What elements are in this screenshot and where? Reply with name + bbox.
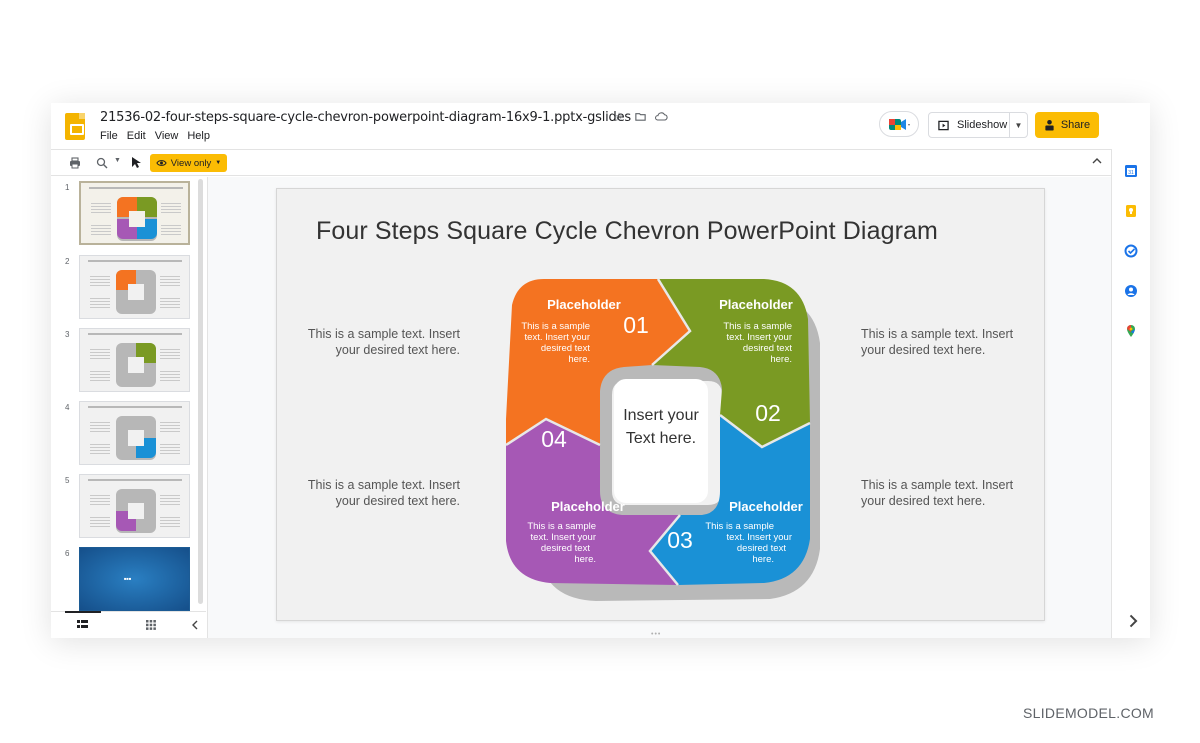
center-text-line1: Insert your xyxy=(623,407,699,424)
step-03-line: desired text xyxy=(737,543,786,554)
slide-title: Four Steps Square Cycle Chevron PowerPoi… xyxy=(316,217,938,245)
slide-number: 3 xyxy=(65,330,70,339)
step-03-line: This is a sample xyxy=(705,521,774,532)
watermark-text: SLIDEMODEL.COM xyxy=(1023,705,1154,721)
zoom-dropdown-icon[interactable]: ▼ xyxy=(114,157,121,164)
step-01-line: This is a sample xyxy=(521,321,590,332)
step-02-title: Placeholder xyxy=(719,297,793,312)
slide-thumbnail-2[interactable] xyxy=(79,255,190,319)
zoom-icon[interactable] xyxy=(96,157,108,169)
center-text-line2: Text here. xyxy=(626,430,696,447)
menu-file[interactable]: File xyxy=(100,130,118,142)
calendar-icon[interactable]: 31 xyxy=(1124,164,1138,178)
slideshow-button[interactable]: Slideshow ▼ xyxy=(928,112,1028,138)
meet-button[interactable] xyxy=(879,111,919,137)
sample-text-left-bottom: This is a sample text. Insert your desir… xyxy=(307,478,460,508)
slide-number: 6 xyxy=(65,549,70,558)
select-cursor-icon[interactable] xyxy=(131,156,141,169)
collapse-filmstrip-icon[interactable] xyxy=(191,620,198,630)
maps-icon[interactable] xyxy=(1124,324,1138,338)
slide-filmstrip: 1 2 3 4 5 6 ■■■ xyxy=(51,177,206,611)
slide: Four Steps Square Cycle Chevron PowerPoi… xyxy=(276,188,1045,621)
menu-view[interactable]: View xyxy=(155,130,179,142)
step-02-line: This is a sample xyxy=(723,321,792,332)
step-01-line: here. xyxy=(568,354,590,365)
menu-edit[interactable]: Edit xyxy=(127,130,146,142)
lock-person-icon xyxy=(1045,119,1054,131)
star-icon[interactable]: ☆ xyxy=(612,110,626,124)
filmstrip-view-icon[interactable] xyxy=(77,620,88,629)
step-03-line: text. Insert your xyxy=(727,532,792,543)
eye-icon xyxy=(156,160,167,166)
step-02-line: desired text xyxy=(743,343,792,354)
step-02-line: here. xyxy=(770,354,792,365)
sample-text-right-top: This is a sample text. Insert your desir… xyxy=(861,327,1014,357)
tasks-icon[interactable] xyxy=(1124,244,1138,258)
slides-logo-icon[interactable] xyxy=(65,113,85,140)
svg-text:31: 31 xyxy=(1128,170,1134,176)
slides-app-window: 21536-02-four-steps-square-cycle-chevron… xyxy=(51,103,1150,638)
menu-help[interactable]: Help xyxy=(187,130,210,142)
side-panel: 31 xyxy=(1111,149,1150,638)
slide-thumbnail-3[interactable] xyxy=(79,328,190,392)
sample-text-right-bottom: This is a sample text. Insert your desir… xyxy=(861,478,1014,508)
slide-number: 5 xyxy=(65,476,70,485)
view-only-dropdown-icon: ▼ xyxy=(215,160,222,166)
slide-canvas: Four Steps Square Cycle Chevron PowerPoi… xyxy=(207,177,1111,638)
slide-thumbnail-5[interactable] xyxy=(79,474,190,538)
slide-thumbnail-1[interactable] xyxy=(79,181,190,245)
step-03-number: 03 xyxy=(667,527,693,553)
slideshow-dropdown-icon[interactable]: ▼ xyxy=(1009,113,1027,137)
filmstrip-view-switcher xyxy=(51,611,206,638)
slide-thumbnail-4[interactable] xyxy=(79,401,190,465)
step-03-line: here. xyxy=(752,554,774,565)
toolbar: ▼ View only ▼ xyxy=(51,149,1111,176)
step-04-number: 04 xyxy=(541,426,567,452)
slide-number: 1 xyxy=(65,183,70,192)
step-04-line: here. xyxy=(574,554,596,565)
present-icon xyxy=(938,120,949,130)
share-label: Share xyxy=(1060,119,1091,131)
step-02-line: text. Insert your xyxy=(727,332,792,343)
view-only-label: View only xyxy=(170,157,212,169)
print-icon[interactable] xyxy=(69,157,81,169)
sample-text-left-top: This is a sample text. Insert your desir… xyxy=(307,327,460,357)
speaker-notes-drag-handle[interactable]: ••• xyxy=(651,631,661,638)
filmstrip-scrollbar[interactable] xyxy=(198,179,203,604)
view-only-button[interactable]: View only ▼ xyxy=(150,154,227,172)
step-01-line: text. Insert your xyxy=(525,332,590,343)
step-01-line: desired text xyxy=(541,343,590,354)
share-button[interactable]: Share xyxy=(1035,112,1099,138)
grid-view-icon[interactable] xyxy=(146,620,156,630)
step-04-title: Placeholder xyxy=(551,499,625,514)
menu-bar: File Edit View Help xyxy=(100,130,210,142)
collapse-toolbar-icon[interactable] xyxy=(1092,156,1102,167)
cloud-status-icon[interactable] xyxy=(654,110,668,124)
cycle-diagram: Placeholder This is a sample text. Inser… xyxy=(505,278,820,601)
contacts-icon[interactable] xyxy=(1124,284,1138,298)
brand-logo-mark: ■■■ xyxy=(124,576,132,581)
slideshow-label: Slideshow xyxy=(957,119,1008,131)
step-04-line: text. Insert your xyxy=(531,532,596,543)
step-01-number: 01 xyxy=(623,312,649,338)
step-03-title: Placeholder xyxy=(729,499,803,514)
meet-icon xyxy=(889,119,910,130)
step-04-line: desired text xyxy=(541,543,590,554)
expand-side-panel-icon[interactable] xyxy=(1127,614,1141,628)
slide-number: 4 xyxy=(65,403,70,412)
step-02-number: 02 xyxy=(755,400,781,426)
slide-thumbnail-6[interactable]: ■■■ xyxy=(79,547,190,611)
move-to-folder-icon[interactable] xyxy=(633,110,647,124)
slide-number: 2 xyxy=(65,257,70,266)
step-04-line: This is a sample xyxy=(527,521,596,532)
keep-icon[interactable] xyxy=(1124,204,1138,218)
step-01-title: Placeholder xyxy=(547,297,621,312)
screenshot-stage: 21536-02-four-steps-square-cycle-chevron… xyxy=(0,0,1200,743)
document-title[interactable]: 21536-02-four-steps-square-cycle-chevron… xyxy=(100,110,631,125)
